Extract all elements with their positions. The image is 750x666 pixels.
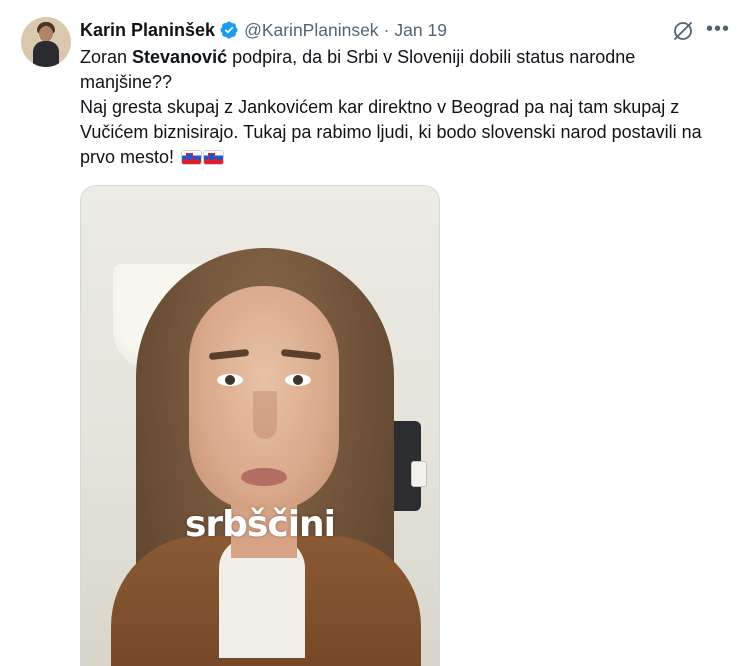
author-name[interactable]: Karin Planinšek [80,20,215,41]
nose [253,391,277,439]
video-caption: srbščini [184,504,336,545]
flag-slovenia-icon [182,151,202,164]
video-media[interactable]: srbščini [80,185,440,666]
separator-dot: · [383,19,390,40]
tweet-text: Zoran Stevanović podpira, da bi Srbi v S… [80,45,730,170]
right-eye [285,374,311,386]
avatar[interactable] [21,17,71,67]
tweet-paragraph-2: Naj gresta skupaj z Jankovićem kar direk… [80,97,702,167]
left-eye [217,374,243,386]
flag-slovenia-icon [204,151,224,164]
grok-icon[interactable] [671,19,695,43]
wall-outlet [411,461,427,487]
tweet-date[interactable]: Jan 19 [394,20,447,41]
author-handle[interactable]: @KarinPlaninsek [244,20,379,41]
more-options-icon[interactable]: ••• [706,19,729,41]
lips [241,468,287,486]
bold-name: Stevanović [132,47,228,67]
tweet-header: Karin Planinšek @KarinPlaninsek · Jan 19 [80,18,447,42]
verified-badge-icon [220,21,238,39]
tweet-paragraph-1: Zoran Stevanović podpira, da bi Srbi v S… [80,47,636,92]
tweet[interactable]: Karin Planinšek @KarinPlaninsek · Jan 19… [0,0,750,666]
